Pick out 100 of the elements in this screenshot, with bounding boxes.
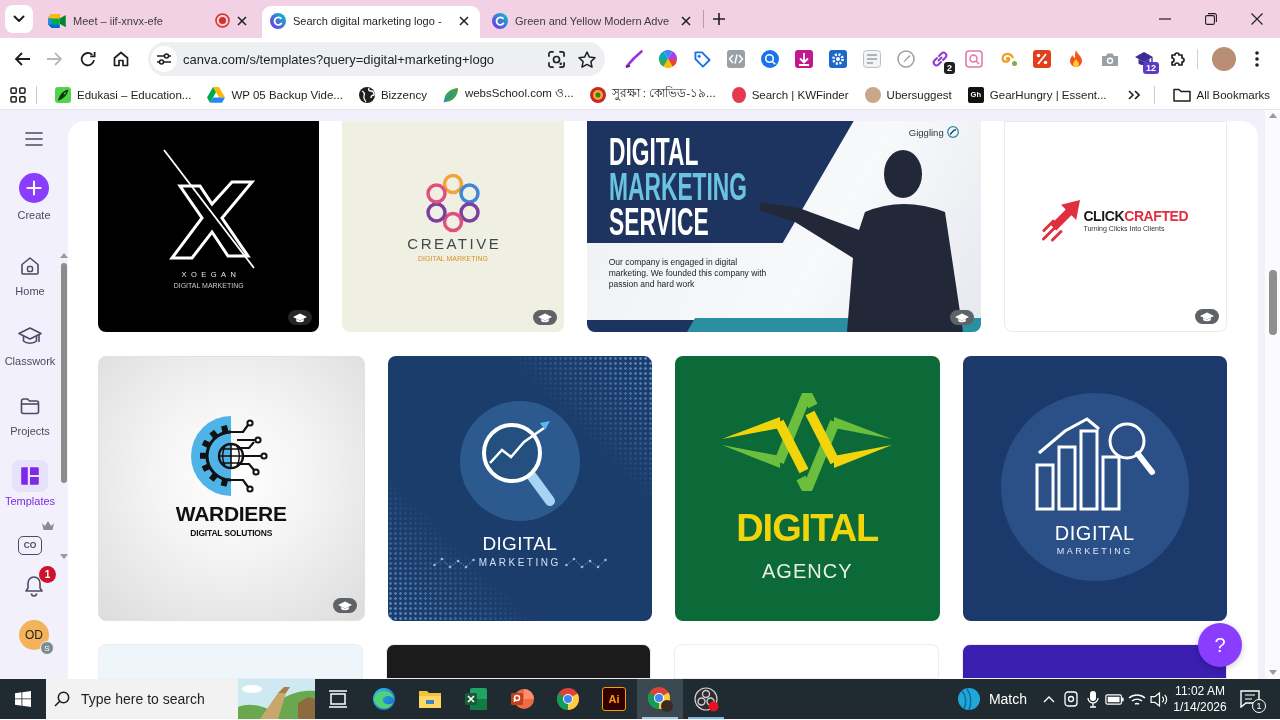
logo-title: DIGITAL <box>736 506 879 549</box>
apps-grid-icon[interactable] <box>10 86 26 103</box>
presentation-icon[interactable] <box>510 687 534 711</box>
house-icon[interactable] <box>112 51 129 67</box>
wave-icon[interactable] <box>372 687 396 711</box>
create-button[interactable]: Create <box>17 173 51 222</box>
bookmark-item[interactable]: Edukasi – Education... <box>47 82 200 107</box>
account-badge: S <box>40 641 54 655</box>
leaf-tile-icon <box>55 86 71 103</box>
bookmark-item[interactable]: Ubersuggest <box>856 82 960 107</box>
bookmark-item[interactable]: WP 05 Backup Vide... <box>199 82 351 107</box>
sidebar-item[interactable]: Templates <box>4 460 56 508</box>
template-card[interactable]: DIGITAL MARKETING SERVICE Our company is engaged in digital marketing. We founded this company with passion and hard work Giggling <box>586 121 981 332</box>
magnifier-tile-icon[interactable] <box>965 50 983 68</box>
templates-icon <box>19 465 41 487</box>
sidebar-item[interactable]: Projects <box>10 390 50 438</box>
browser-icon[interactable] <box>647 686 673 712</box>
percent-icon[interactable] <box>1033 50 1051 68</box>
bookmark-item[interactable]: সুরক্ষা : কোভিড-১৯... <box>581 82 724 107</box>
address-bar[interactable]: canva.com/s/templates?query=digital+marketing+logo <box>148 42 605 76</box>
close-icon[interactable] <box>1251 13 1263 25</box>
flame-icon[interactable] <box>1068 50 1084 68</box>
logo-title: DIGITAL <box>482 532 558 555</box>
tab-search-button[interactable] <box>5 5 33 33</box>
gear-icon[interactable] <box>829 50 847 68</box>
body-text: Our company is engaged in digital marketing. We founded this company with passion and hard work <box>608 257 768 290</box>
three-circles-icon[interactable] <box>693 686 719 712</box>
bookmark-item[interactable]: Bizzency <box>350 82 435 107</box>
task-view-icon[interactable] <box>328 690 348 708</box>
puzzle-icon[interactable] <box>1169 50 1187 68</box>
menu-icon[interactable] <box>1255 51 1259 67</box>
star-icon[interactable] <box>578 50 596 68</box>
caret-icon <box>13 15 25 23</box>
battery-icon[interactable] <box>1105 692 1125 706</box>
reload-icon[interactable] <box>79 51 96 67</box>
compass-icon[interactable] <box>897 50 915 68</box>
search-icon <box>54 691 70 707</box>
app-icon-tile[interactable]: Ai <box>602 687 626 711</box>
brand-kit-icon[interactable]: CO <box>18 535 42 555</box>
camera-icon[interactable] <box>1064 691 1078 707</box>
magnifier-disc-icon[interactable] <box>761 50 779 68</box>
globe-icon <box>358 86 375 103</box>
logo-title: CLICKCRAFTED <box>1083 208 1189 224</box>
crown-icon <box>42 521 54 530</box>
x-logo-icon <box>162 148 255 270</box>
c-circle-icon <box>270 12 286 29</box>
arrow-up-icon[interactable] <box>1268 113 1277 118</box>
close-icon[interactable] <box>459 15 469 26</box>
arrow-down-icon[interactable] <box>1268 670 1277 675</box>
message-icon[interactable] <box>1240 690 1260 708</box>
sidebar-item[interactable]: Classwork <box>4 320 56 368</box>
profile-avatar[interactable] <box>1212 47 1236 71</box>
template-card[interactable]: WARDIERE DIGITAL SOLUTIONS <box>98 355 365 621</box>
folder-icon <box>20 397 40 415</box>
four-panes-icon[interactable] <box>15 691 31 707</box>
weather-widget[interactable]: Match <box>956 679 1027 719</box>
all-bookmarks-button[interactable]: All Bookmarks <box>1164 82 1270 107</box>
scrollbar-thumb[interactable] <box>1268 270 1277 335</box>
browser-tab[interactable]: Search digital marketing logo - <box>262 6 480 38</box>
browser-tab[interactable]: Green and Yellow Modern Adve <box>484 6 702 38</box>
bookmark-item[interactable]: websSchool.com ও... <box>434 82 582 107</box>
folder-icon[interactable] <box>418 689 442 709</box>
template-card[interactable] <box>386 644 651 679</box>
scrollbar-thumb[interactable] <box>61 263 67 483</box>
code-icon[interactable] <box>727 50 745 68</box>
leaf-icon <box>442 86 459 103</box>
clock-button[interactable]: 11:02 AM 1/14/2026 <box>1170 679 1230 719</box>
spreadsheet-icon[interactable] <box>464 687 488 711</box>
link-icon[interactable] <box>931 50 949 68</box>
search-box[interactable]: Type here to search <box>46 679 315 719</box>
close-icon[interactable] <box>681 15 691 26</box>
plus-icon[interactable] <box>713 13 725 25</box>
arrow-left-icon[interactable] <box>13 52 30 66</box>
bookmark-item[interactable]: Search | KWFinder <box>723 82 857 107</box>
wifi-icon[interactable] <box>1128 691 1146 707</box>
download-icon[interactable] <box>795 50 813 68</box>
restore-icon[interactable] <box>1205 13 1217 25</box>
scan-icon[interactable] <box>548 50 565 68</box>
tag-icon[interactable] <box>693 50 711 68</box>
browser-tab[interactable]: Meet – iif-xnvx-efe <box>40 6 258 38</box>
speaker-icon[interactable] <box>1149 691 1169 707</box>
microphone-icon[interactable] <box>1087 690 1099 708</box>
chevron-up-icon[interactable] <box>1043 695 1055 703</box>
color-wheel-icon[interactable] <box>659 50 677 68</box>
logo-title: WARDIERE <box>175 501 287 526</box>
close-icon[interactable] <box>237 15 247 26</box>
double-chevron-icon[interactable] <box>1127 89 1140 100</box>
taskbar-button[interactable] <box>637 679 683 719</box>
browser-icon[interactable] <box>556 687 580 711</box>
template-card[interactable]: DIGITAL AGENCY <box>675 355 940 621</box>
bell-icon[interactable] <box>24 575 44 597</box>
pen-icon[interactable] <box>625 50 643 68</box>
zigzag-logo-icon <box>722 392 893 491</box>
template-card[interactable]: DIGITAL MARKETING <box>387 355 652 621</box>
template-card[interactable]: DIGITAL MARKETING <box>962 355 1227 621</box>
search-input[interactable]: Type here to search <box>79 691 211 707</box>
sliders-icon[interactable] <box>151 46 177 72</box>
plus-icon <box>19 173 49 203</box>
avatar-icon <box>864 86 881 103</box>
sidebar-item[interactable]: Home <box>12 250 48 298</box>
